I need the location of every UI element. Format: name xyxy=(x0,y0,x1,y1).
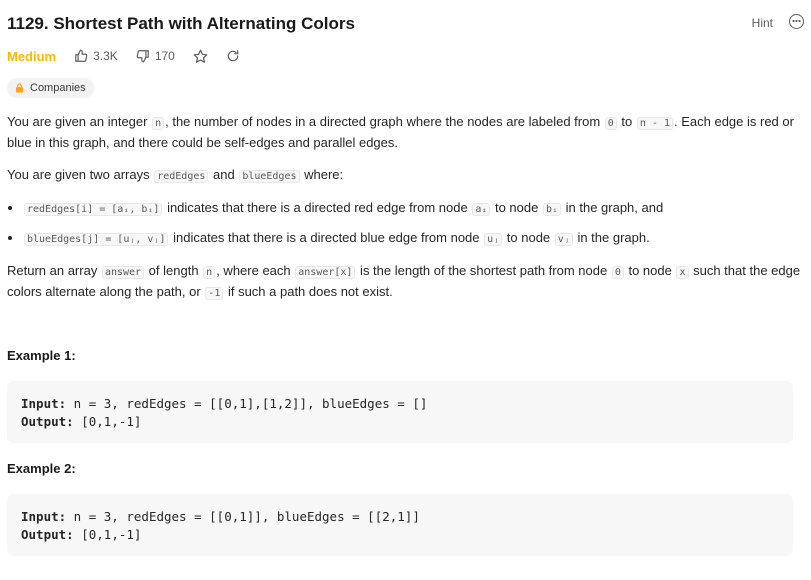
text: and xyxy=(209,167,239,182)
text: in the graph. xyxy=(573,230,650,245)
text: to node xyxy=(503,230,554,245)
refresh-share-icon xyxy=(227,50,239,62)
share-button[interactable] xyxy=(226,49,240,63)
text: in the graph, and xyxy=(562,200,664,215)
example-1-block: Input: n = 3, redEdges = [[0,1],[1,2]], … xyxy=(7,381,793,443)
problem-meta-bar: Medium 3.3K 170 xyxy=(7,46,258,66)
inline-code: uⱼ xyxy=(484,233,503,246)
text: You are given two arrays xyxy=(7,167,154,182)
description-paragraph-2: You are given two arrays redEdges and bl… xyxy=(7,165,807,186)
output-value: [0,1,-1] xyxy=(73,527,142,542)
inline-code: 0 xyxy=(604,117,617,130)
text: if such a path does not exist. xyxy=(224,284,393,299)
more-options-icon[interactable] xyxy=(789,14,804,29)
thumbs-down-icon xyxy=(136,50,149,63)
like-button[interactable]: 3.3K xyxy=(74,49,118,63)
output-label: Output: xyxy=(21,414,74,429)
like-count: 3.3K xyxy=(93,49,118,63)
input-value: n = 3, redEdges = [[0,1]], blueEdges = [… xyxy=(66,509,420,524)
dislike-count: 170 xyxy=(154,49,175,63)
inline-code: n xyxy=(203,266,216,279)
bullet-dot xyxy=(8,236,12,240)
description-paragraph-3: Return an array answer of length n, wher… xyxy=(7,261,807,303)
hint-button[interactable]: Hint xyxy=(752,16,773,30)
output-value: [0,1,-1] xyxy=(73,414,142,429)
lock-icon xyxy=(15,83,24,93)
text: is the length of the shortest path from … xyxy=(356,263,611,278)
text: where: xyxy=(300,167,344,182)
bullet-dot xyxy=(8,206,12,210)
text: Return an array xyxy=(7,263,101,278)
text: to node xyxy=(491,200,542,215)
inline-code: answer[x] xyxy=(295,266,356,279)
inline-code: -1 xyxy=(205,287,224,300)
inline-code: redEdges[i] = [aᵢ, bᵢ] xyxy=(24,203,163,216)
text: . Each edge is red or xyxy=(674,114,794,129)
text: to xyxy=(617,114,636,129)
companies-label: Companies xyxy=(30,82,86,94)
text: blue in this graph, and there could be s… xyxy=(7,135,398,150)
text: to node xyxy=(624,263,676,278)
example-2-heading: Example 2: xyxy=(7,461,76,476)
inline-code: n - 1 xyxy=(636,117,673,130)
input-label: Input: xyxy=(21,396,67,411)
text: , the number of nodes in a directed grap… xyxy=(165,114,604,129)
text: indicates that there is a directed blue … xyxy=(169,230,484,245)
text: such that the edge xyxy=(689,263,801,278)
text: , where each xyxy=(216,263,295,278)
inline-code: blueEdges[j] = [uⱼ, vⱼ] xyxy=(24,233,169,246)
text: You are given an integer xyxy=(7,114,152,129)
inline-code: redEdges xyxy=(154,170,209,183)
difficulty-badge: Medium xyxy=(7,48,57,64)
output-label: Output: xyxy=(21,527,74,542)
input-value: n = 3, redEdges = [[0,1],[1,2]], blueEdg… xyxy=(66,396,428,411)
example-1-heading: Example 1: xyxy=(7,348,76,363)
text: of length xyxy=(145,263,203,278)
favorite-button[interactable] xyxy=(193,49,208,64)
inline-code: blueEdges xyxy=(239,170,300,183)
inline-code: n xyxy=(152,117,165,130)
problem-title[interactable]: 1129. Shortest Path with Alternating Col… xyxy=(7,14,355,34)
text: colors alternate along the path, or xyxy=(7,284,205,299)
companies-tag[interactable]: Companies xyxy=(7,78,94,98)
inline-code: answer xyxy=(101,266,145,279)
inline-code: 0 xyxy=(611,266,624,279)
text: indicates that there is a directed red e… xyxy=(163,200,472,215)
inline-code: vⱼ xyxy=(554,233,573,246)
inline-code: x xyxy=(676,266,689,279)
star-icon xyxy=(193,49,208,63)
title-row: 1129. Shortest Path with Alternating Col… xyxy=(7,12,807,36)
dislike-button[interactable]: 170 xyxy=(136,49,175,63)
inline-code: bᵢ xyxy=(542,203,562,216)
description-paragraph-1: You are given an integer n, the number o… xyxy=(7,112,807,152)
input-label: Input: xyxy=(21,509,67,524)
example-2-block: Input: n = 3, redEdges = [[0,1]], blueEd… xyxy=(7,494,793,556)
inline-code: aᵢ xyxy=(472,203,491,216)
thumbs-up-icon xyxy=(75,49,88,62)
